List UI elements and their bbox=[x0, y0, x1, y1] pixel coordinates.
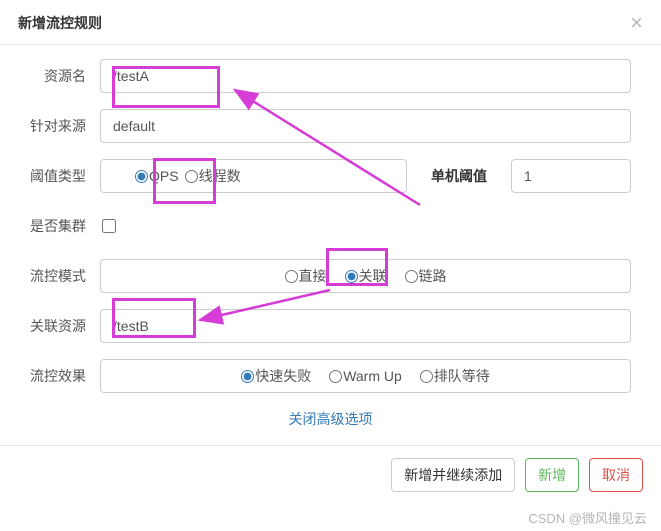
radio-qps-label: QPS bbox=[149, 168, 179, 184]
radio-mode-chain[interactable]: 链路 bbox=[405, 266, 447, 286]
radio-threads-label: 线程数 bbox=[199, 166, 241, 186]
radio-effect-queue-label: 排队等待 bbox=[434, 366, 490, 386]
label-single-threshold: 单机阈值 bbox=[421, 166, 497, 186]
modal-footer: 新增并继续添加 新增 取消 bbox=[0, 445, 661, 504]
radio-effect-warm-up-label: Warm Up bbox=[343, 368, 402, 384]
radio-effect-queue-input[interactable] bbox=[420, 370, 433, 383]
label-mode: 流控模式 bbox=[30, 266, 100, 286]
advanced-toggle-link[interactable]: 关闭高级选项 bbox=[289, 411, 373, 427]
label-effect: 流控效果 bbox=[30, 366, 100, 386]
watermark-text: CSDN @微风撞见云 bbox=[528, 508, 647, 527]
label-limit-app: 针对来源 bbox=[30, 116, 100, 136]
radio-effect-fast-fail[interactable]: 快速失败 bbox=[241, 366, 311, 386]
radio-qps-input[interactable] bbox=[135, 170, 148, 183]
row-threshold-type: 阈值类型 QPS 线程数 单机阈值 bbox=[30, 159, 631, 193]
radio-mode-relate-input[interactable] bbox=[345, 270, 358, 283]
close-icon[interactable]: × bbox=[630, 12, 643, 34]
radio-effect-queue[interactable]: 排队等待 bbox=[420, 366, 490, 386]
radio-qps[interactable]: QPS bbox=[135, 168, 179, 184]
effect-group: 快速失败 Warm Up 排队等待 bbox=[100, 359, 631, 393]
row-relate-resource: 关联资源 bbox=[30, 309, 631, 343]
threshold-type-group: QPS 线程数 bbox=[100, 159, 407, 193]
radio-mode-relate-label: 关联 bbox=[359, 266, 387, 286]
radio-mode-chain-input[interactable] bbox=[405, 270, 418, 283]
radio-threads-input[interactable] bbox=[185, 170, 198, 183]
row-mode: 流控模式 直接 关联 链路 bbox=[30, 259, 631, 293]
resource-name-input[interactable] bbox=[100, 59, 631, 93]
row-resource-name: 资源名 bbox=[30, 59, 631, 93]
radio-mode-direct[interactable]: 直接 bbox=[285, 266, 327, 286]
label-relate-resource: 关联资源 bbox=[30, 316, 100, 336]
row-limit-app: 针对来源 bbox=[30, 109, 631, 143]
relate-resource-input[interactable] bbox=[100, 309, 631, 343]
modal-header: 新增流控规则 × bbox=[0, 0, 661, 45]
label-resource-name: 资源名 bbox=[30, 66, 100, 86]
radio-effect-fast-fail-input[interactable] bbox=[241, 370, 254, 383]
mode-group: 直接 关联 链路 bbox=[100, 259, 631, 293]
advanced-toggle: 关闭高级选项 bbox=[30, 409, 631, 429]
single-threshold-input[interactable] bbox=[511, 159, 631, 193]
add-continue-button[interactable]: 新增并继续添加 bbox=[391, 458, 515, 492]
radio-threads[interactable]: 线程数 bbox=[185, 166, 241, 186]
radio-mode-direct-label: 直接 bbox=[299, 266, 327, 286]
radio-effect-warm-up[interactable]: Warm Up bbox=[329, 368, 402, 384]
radio-mode-relate[interactable]: 关联 bbox=[345, 266, 387, 286]
add-button[interactable]: 新增 bbox=[525, 458, 579, 492]
row-effect: 流控效果 快速失败 Warm Up 排队等待 bbox=[30, 359, 631, 393]
radio-effect-warm-up-input[interactable] bbox=[329, 370, 342, 383]
radio-effect-fast-fail-label: 快速失败 bbox=[255, 366, 311, 386]
cluster-checkbox[interactable] bbox=[102, 219, 116, 233]
limit-app-input[interactable] bbox=[100, 109, 631, 143]
label-cluster: 是否集群 bbox=[30, 216, 100, 236]
modal-title: 新增流控规则 bbox=[18, 13, 102, 33]
radio-mode-chain-label: 链路 bbox=[419, 266, 447, 286]
row-cluster: 是否集群 bbox=[30, 209, 631, 243]
modal-body: 资源名 针对来源 阈值类型 QPS 线程数 单机阈值 是否集群 bbox=[0, 45, 661, 445]
cancel-button[interactable]: 取消 bbox=[589, 458, 643, 492]
radio-mode-direct-input[interactable] bbox=[285, 270, 298, 283]
label-threshold-type: 阈值类型 bbox=[30, 166, 100, 186]
